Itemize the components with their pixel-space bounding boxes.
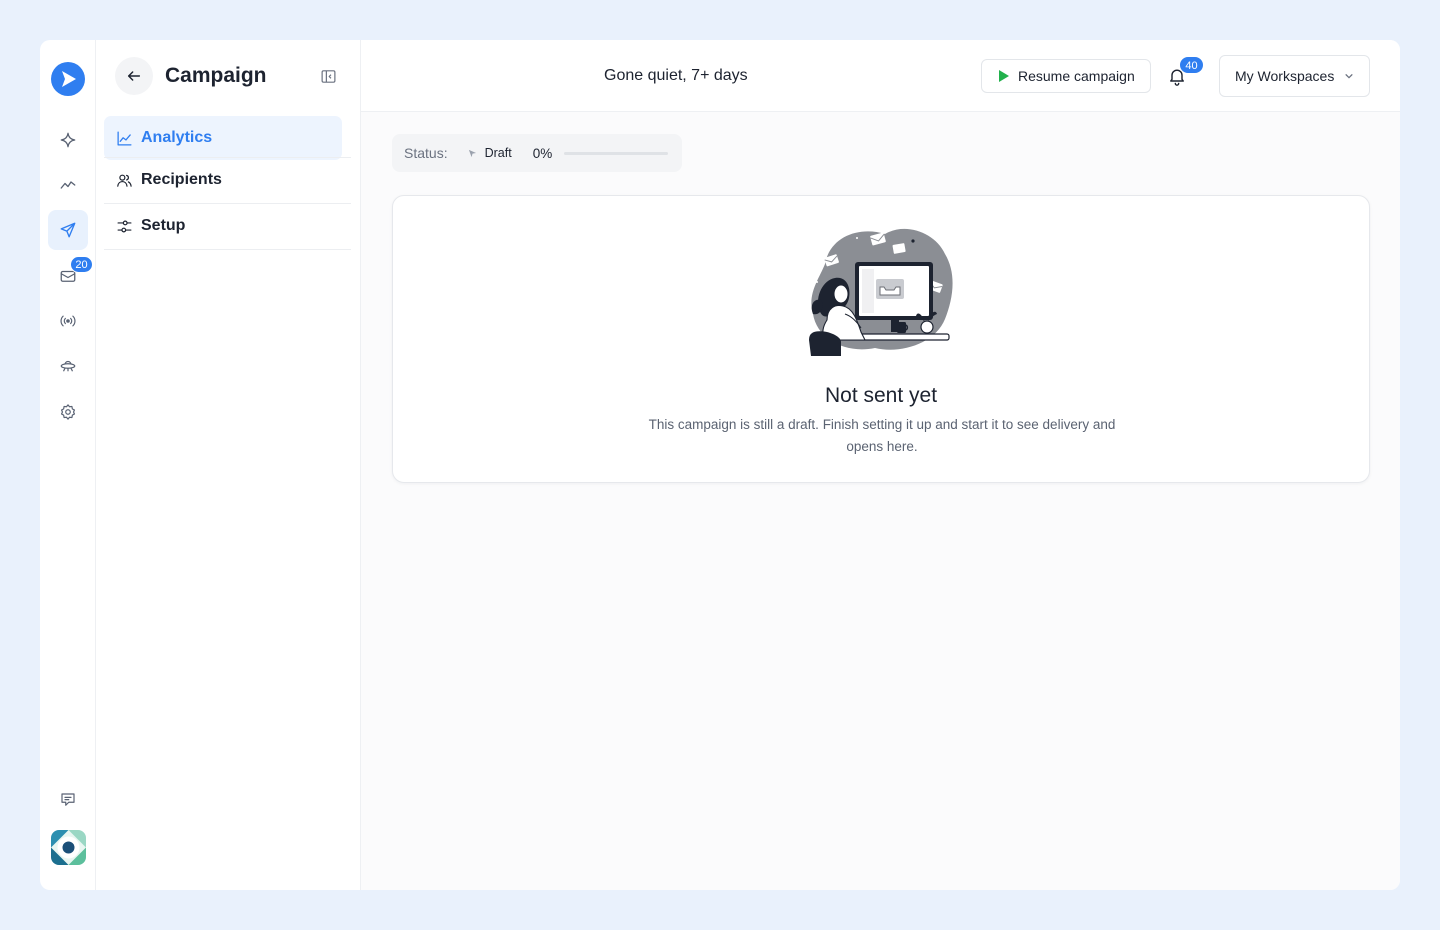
collapse-panel-button[interactable] [318,66,338,86]
progress-bar [564,151,669,155]
ufo-icon[interactable] [48,346,88,386]
panel-header: Campaign [96,40,360,112]
nav-item-setup[interactable]: Setup [104,204,351,248]
send-icon[interactable] [48,210,88,250]
app-logo-icon[interactable] [51,62,85,96]
back-button[interactable] [115,57,153,95]
empty-state-card: Not sent yet This campaign is still a dr… [392,195,1370,483]
campaign-name: Gone quiet, 7+ days [604,67,748,84]
empty-state-description: This campaign is still a draft. Finish s… [648,417,1116,454]
nav-item-recipients[interactable]: Recipients [104,158,351,202]
resume-campaign-label: Resume campaign [1018,68,1135,84]
chart-line-icon [117,130,132,146]
users-icon [117,174,132,187]
main-content: Gone quiet, 7+ days Resume campaign 40 M… [361,40,1400,890]
workspace-label: My Workspaces [1235,68,1335,84]
sparkle-icon[interactable] [48,120,88,160]
chevron-down-icon [1345,74,1353,79]
inbox-badge: 20 [70,256,93,273]
nav-item-label: Recipients [141,171,222,188]
woman-at-computer-illustration [809,228,953,356]
gear-icon[interactable] [48,392,88,432]
status-state: Draft [484,146,512,160]
workspace-avatar[interactable] [51,830,86,865]
arrow-left-icon [127,71,141,81]
notification-badge: 40 [1179,56,1204,74]
nav-item-label: Setup [141,217,186,234]
icon-rail: 20 [40,40,96,890]
nav-divider [104,249,351,250]
panel-title: Campaign [165,64,267,87]
workspace-dropdown[interactable]: My Workspaces [1219,55,1370,97]
campaign-panel: Campaign Analytics Recipients Setup [96,40,361,890]
trend-icon[interactable] [48,165,88,205]
resume-campaign-button[interactable]: Resume campaign [981,59,1151,93]
empty-state-title: Not sent yet [824,384,938,407]
app-window: 20 Campaign Analytics Recipients Setup G… [40,40,1400,890]
feedback-icon[interactable] [48,780,88,820]
play-icon [999,70,1009,82]
nav-item-analytics[interactable]: Analytics [104,116,342,160]
broadcast-icon[interactable] [48,301,88,341]
cursor-arrow-icon [468,149,476,157]
status-bar: Status: Draft 0% [392,134,682,172]
nav-item-label: Analytics [141,129,213,146]
status-percent: 0% [532,145,553,161]
status-badge: Draft [468,146,512,160]
top-bar: Gone quiet, 7+ days Resume campaign 40 M… [361,40,1400,112]
status-label: Status: [404,145,448,161]
sliders-icon [117,220,132,232]
sidebar-collapse-icon [321,69,335,83]
